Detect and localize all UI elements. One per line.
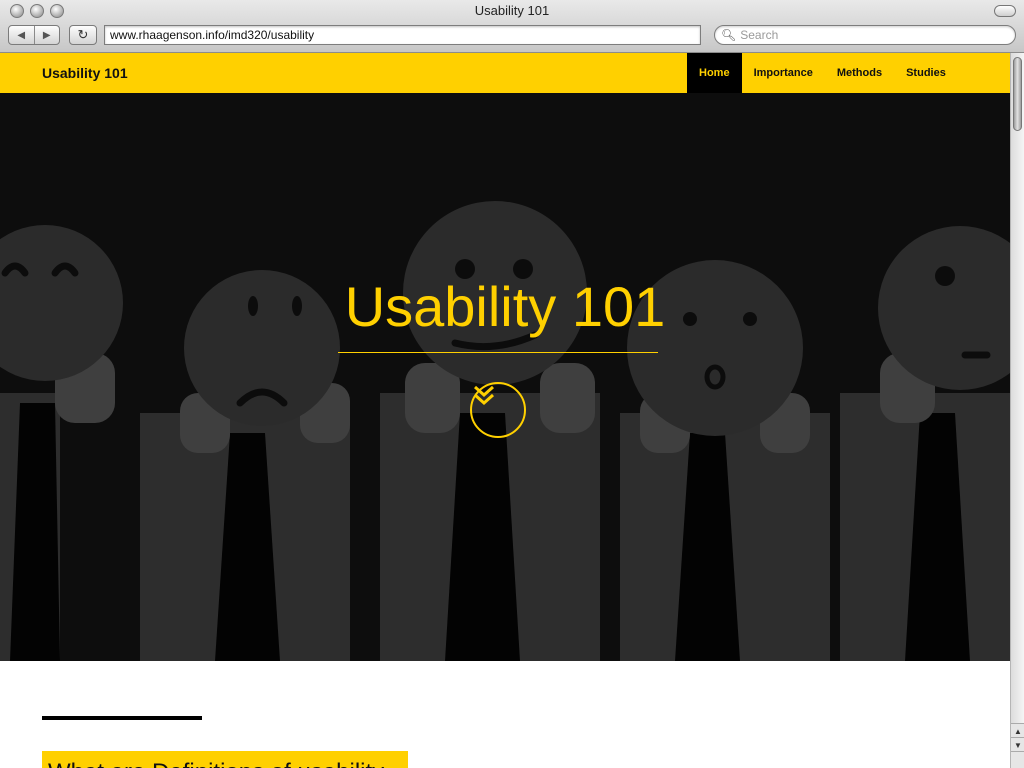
back-button[interactable]: ◀ bbox=[9, 26, 34, 44]
section-divider bbox=[42, 716, 202, 720]
address-bar[interactable]: www.rhaagenson.info/imd320/usability bbox=[104, 25, 701, 45]
vertical-scrollbar[interactable]: ▲ ▼ bbox=[1010, 53, 1024, 768]
section-heading: What are Definitions of usability bbox=[42, 751, 408, 768]
hero-section: Usability 101 bbox=[0, 93, 1010, 661]
site-brand[interactable]: Usability 101 bbox=[42, 53, 128, 93]
nav-home[interactable]: Home bbox=[687, 53, 742, 93]
scroll-down-button[interactable] bbox=[470, 382, 526, 438]
scroll-up-arrow[interactable]: ▲ bbox=[1011, 723, 1024, 738]
hero-title: Usability 101 bbox=[344, 275, 666, 338]
window-title: Usability 101 bbox=[474, 3, 550, 18]
search-icon: 🔍︎ bbox=[721, 28, 737, 42]
double-chevron-down-icon bbox=[474, 385, 494, 406]
site-navbar: Usability 101 Home Importance Methods St… bbox=[0, 53, 1010, 93]
scrollbar-thumb[interactable] bbox=[1013, 57, 1022, 131]
hero-background-image bbox=[0, 93, 1010, 661]
history-buttons: ◀ ▶ bbox=[8, 25, 60, 45]
nav-menu: Home Importance Methods Studies bbox=[687, 53, 958, 93]
search-placeholder: Search bbox=[740, 28, 779, 42]
hero-divider bbox=[338, 352, 658, 353]
nav-studies[interactable]: Studies bbox=[894, 53, 958, 93]
nav-importance[interactable]: Importance bbox=[742, 53, 825, 93]
reload-icon: ↻ bbox=[77, 27, 89, 42]
page-viewport: Usability 101 Home Importance Methods St… bbox=[0, 53, 1010, 768]
browser-chrome: Usability 101 ◀ ▶ ↻ www.rhaagenson.info/… bbox=[0, 0, 1024, 53]
scroll-down-arrow[interactable]: ▼ bbox=[1011, 737, 1024, 752]
reload-button[interactable]: ↻ bbox=[69, 25, 97, 45]
resize-handle[interactable] bbox=[1011, 751, 1024, 768]
forward-button[interactable]: ▶ bbox=[33, 26, 60, 44]
nav-methods[interactable]: Methods bbox=[825, 53, 894, 93]
search-field[interactable]: 🔍︎ Search bbox=[714, 25, 1016, 45]
toolbar-toggle-button[interactable] bbox=[994, 5, 1016, 17]
